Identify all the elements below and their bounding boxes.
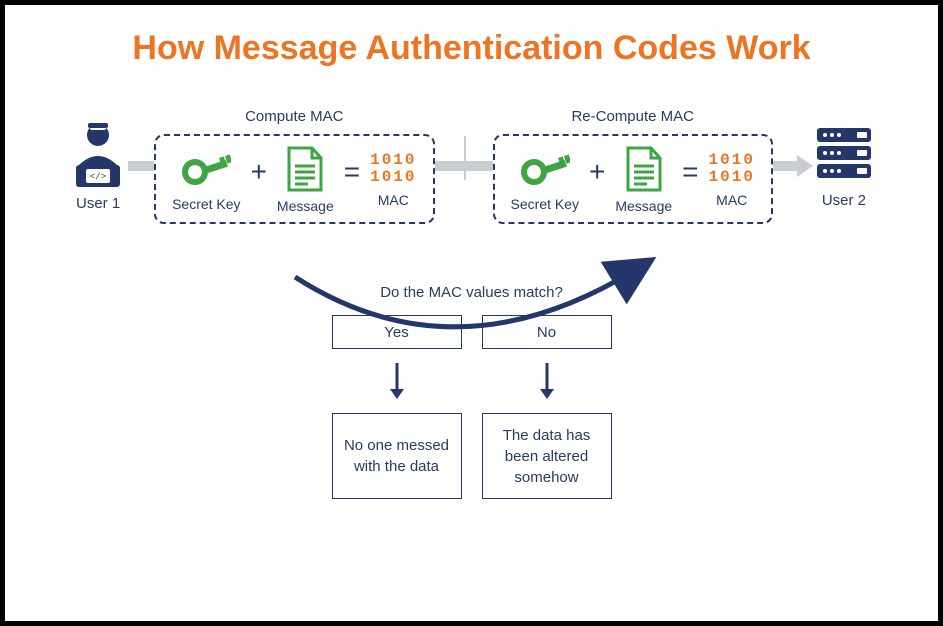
user-icon: </> [68,121,128,187]
match-question: Do the MAC values match? [27,284,916,301]
decision-row: Yes No one messed with the data No The d… [27,315,916,499]
yes-box: Yes [332,315,462,349]
message-item-2: Message [615,146,672,214]
arrow-3 [773,161,799,171]
mac-label: MAC [378,192,409,208]
arrow-1 [128,161,154,171]
secret-key-item-2: Secret Key [511,148,579,212]
secret-key-label: Secret Key [172,196,240,212]
recompute-mac-box: Secret Key + Message = 1010 1010 [493,134,773,224]
no-column: No The data has been altered somehow [482,315,612,499]
key-icon [181,148,231,190]
mac-item: 1010 1010 MAC [370,152,416,208]
compute-mac-title: Compute MAC [154,108,434,125]
document-icon [286,146,324,192]
message-item: Message [277,146,334,214]
user-left: </> User 1 [68,121,128,212]
equals-symbol: = [344,156,360,188]
recompute-mac-title: Re-Compute MAC [493,108,773,125]
diagram-title: How Message Authentication Codes Work [27,29,916,68]
equals-symbol-2: = [682,156,698,188]
plus-symbol-2: + [589,156,605,188]
compute-mac-box: Secret Key + Message = 1010 1010 [154,134,434,224]
secret-key-item: Secret Key [172,148,240,212]
server-icon [813,124,875,184]
key-icon [520,148,570,190]
document-icon [625,146,663,192]
arrow-2 [435,161,493,171]
arrow-down-icon [537,361,557,401]
recompute-mac-group: Re-Compute MAC Secret Key + [493,108,773,224]
secret-key-label-2: Secret Key [511,196,579,212]
mac-label-2: MAC [716,192,747,208]
yes-result-box: No one messed with the data [332,413,462,499]
user-right: User 2 [813,124,875,209]
svg-text:</>: </> [90,172,106,182]
user-right-label: User 2 [822,192,866,209]
yes-column: Yes No one messed with the data [332,315,462,499]
flow-row: </> User 1 Compute MAC Secret Key + [27,108,916,224]
mac-binary-2: 1010 1010 [709,152,755,186]
no-box: No [482,315,612,349]
plus-symbol: + [251,156,267,188]
mac-binary: 1010 1010 [370,152,416,186]
arrow-down-icon [387,361,407,401]
message-label-2: Message [615,198,672,214]
no-result-box: The data has been altered somehow [482,413,612,499]
message-label: Message [277,198,334,214]
user-left-label: User 1 [76,195,120,212]
mac-item-2: 1010 1010 MAC [709,152,755,208]
compute-mac-group: Compute MAC Secret Key + [154,108,434,224]
vertical-separator [464,136,466,180]
